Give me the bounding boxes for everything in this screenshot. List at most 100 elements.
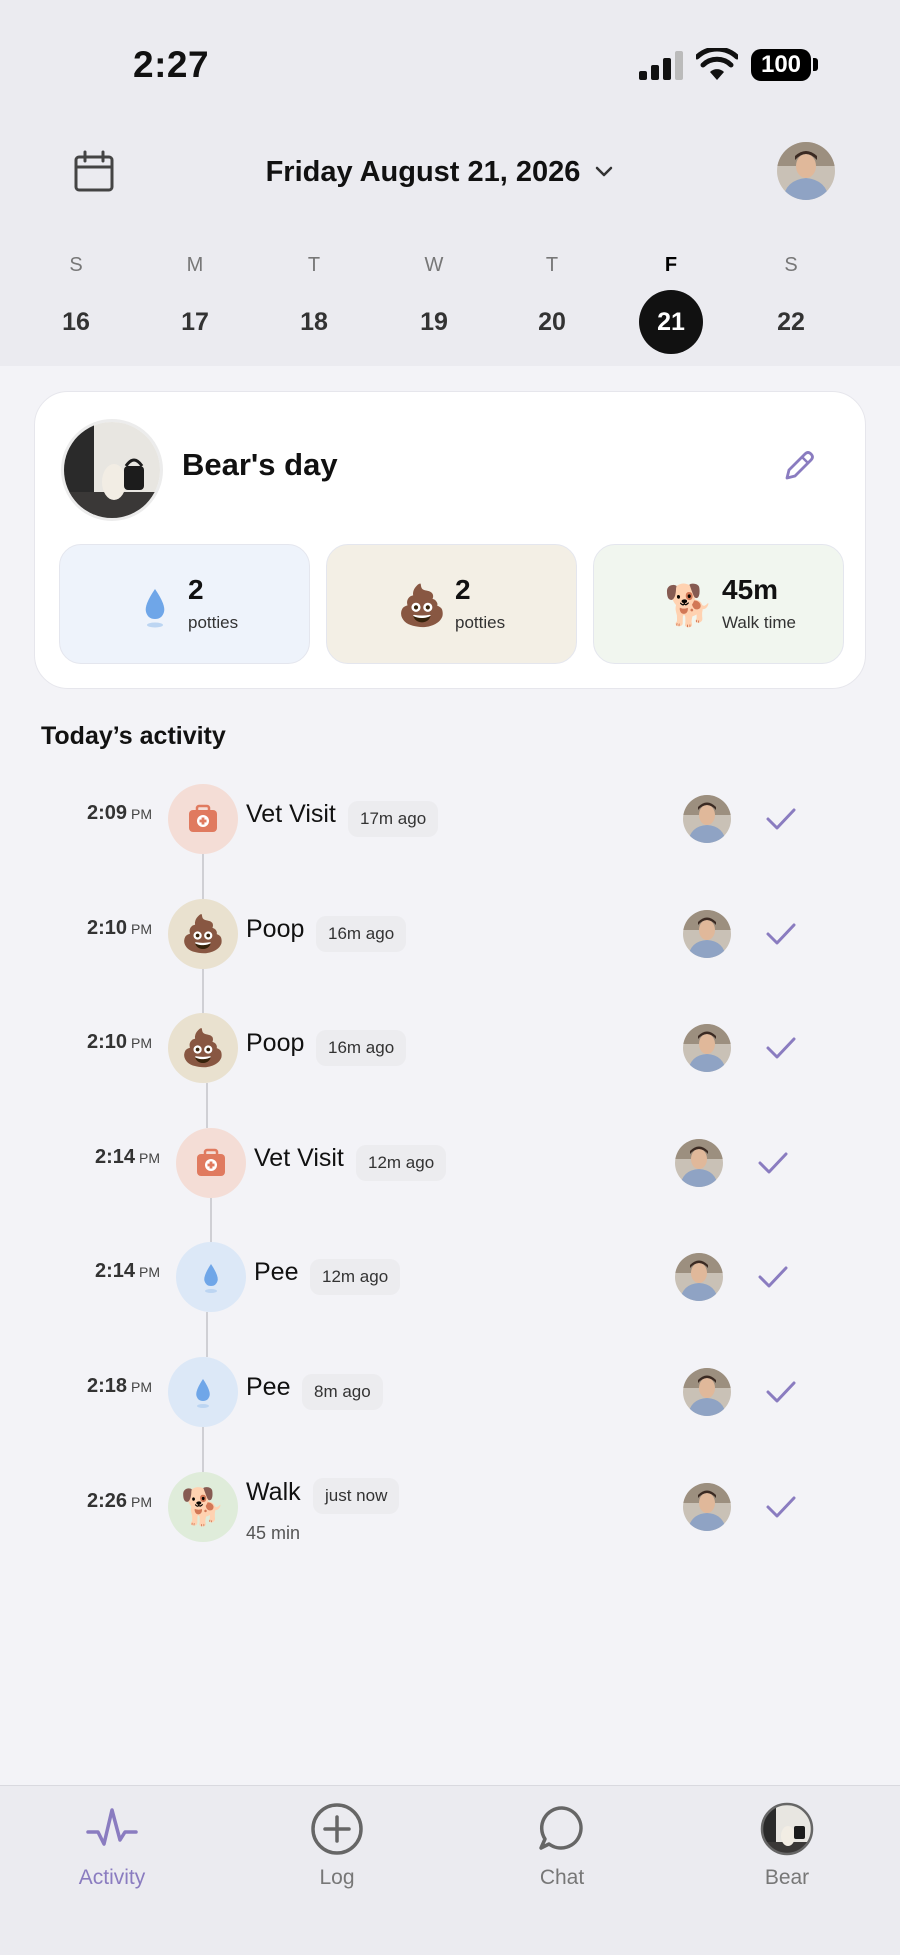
activity-time: 2:14 PM: [50, 1146, 160, 1169]
logged-by-avatar[interactable]: [683, 1368, 731, 1416]
summary-card: Bear's day 2 potties 💩 2 potties 🐕 45m W…: [34, 391, 866, 689]
week-day-sun[interactable]: S 16: [41, 250, 111, 360]
activity-type-badge: 💩: [168, 1013, 238, 1084]
stat-poop-value: 2: [455, 574, 471, 605]
activity-time: 2:26 PM: [42, 1490, 152, 1513]
activity-time: 2:10 PM: [42, 917, 152, 940]
logged-by-avatar[interactable]: [683, 909, 731, 958]
activity-time-value: 2:14: [94, 1260, 135, 1283]
tab-activity[interactable]: Activity: [32, 1786, 192, 1906]
logged-by-avatar[interactable]: [675, 1253, 723, 1302]
activity-title: Vet Visit: [246, 800, 336, 828]
stat-walk[interactable]: 🐕 45m Walk time: [593, 544, 844, 664]
battery-tip: [813, 58, 818, 71]
status-time: 2:27: [133, 44, 210, 85]
dog-avatar: [760, 1802, 814, 1856]
logged-by-avatar[interactable]: [683, 795, 731, 843]
calendar-icon[interactable]: [72, 150, 116, 194]
activity-time-ampm: PM: [131, 1493, 152, 1510]
week-day-mon[interactable]: M 17: [160, 250, 230, 360]
checkmark-icon: [766, 1496, 796, 1518]
stat-walk-value: 45m: [722, 574, 779, 605]
chevron-down-icon: [596, 166, 613, 177]
logged-by-avatar-image: [675, 1138, 723, 1187]
time-ago-badge: just now: [313, 1477, 400, 1514]
logged-by-avatar[interactable]: [683, 1024, 731, 1073]
timeline-connector: [202, 968, 204, 1014]
logged-by-avatar-image: [683, 1368, 731, 1416]
week-day-tue[interactable]: T 18: [279, 250, 349, 360]
wifi-icon: [696, 48, 738, 80]
activity-title: Pee: [246, 1373, 291, 1401]
date-label: Friday August 21, 2026: [265, 155, 581, 188]
dog-avatar[interactable]: [61, 419, 163, 521]
tab-chat-label: Chat: [539, 1866, 585, 1889]
activity-time: 2:18 PM: [42, 1375, 152, 1398]
activity-time: 2:09 PM: [42, 802, 152, 825]
logged-by-avatar-image: [683, 1482, 731, 1531]
stat-pee-value: 2: [188, 574, 204, 605]
card-title: Bear's day: [182, 447, 338, 482]
activity-duration: 45 min: [246, 1522, 301, 1543]
tab-log-label: Log: [319, 1866, 355, 1889]
activity-type-badge: [168, 1357, 238, 1427]
timeline-connector: [206, 1312, 208, 1357]
battery-indicator: 100: [751, 49, 811, 81]
logged-by-avatar[interactable]: [683, 1482, 731, 1531]
poop-icon: 💩: [397, 584, 447, 628]
activity-time-value: 2:10: [86, 1031, 127, 1054]
activity-title: Pee: [254, 1258, 299, 1287]
tab-bear-label: Bear: [764, 1866, 810, 1889]
activity-type-badge: [176, 1242, 246, 1313]
activity-time-ampm: PM: [131, 806, 152, 822]
plus-circle-icon: [311, 1803, 363, 1855]
pencil-edit-icon[interactable]: [781, 448, 817, 484]
header: 2:27 100 Friday August 21, 2026 S 16 M 1…: [0, 0, 900, 366]
dog-photo: [64, 422, 160, 518]
week-day-wed[interactable]: W 19: [399, 250, 469, 360]
activity-title: Vet Visit: [254, 1143, 344, 1172]
tab-bar: Activity Log Chat Bear: [0, 1785, 900, 1955]
activity-time: 2:10 PM: [42, 1031, 152, 1054]
activity-row[interactable]: 2:26 PM 🐕 Walk just now 45 min: [0, 1468, 900, 1543]
week-day-fri[interactable]: F 21: [636, 250, 706, 360]
week-day-sat[interactable]: S 22: [756, 250, 826, 360]
logged-by-avatar-image: [683, 1024, 731, 1073]
dog-icon: 🐕: [180, 1485, 226, 1527]
tab-log[interactable]: Log: [257, 1786, 417, 1906]
activity-time-value: 2:26: [86, 1489, 127, 1512]
date-selector[interactable]: Friday August 21, 2026: [220, 150, 660, 194]
stat-poop[interactable]: 💩 2 potties: [326, 544, 577, 664]
tab-bear[interactable]: Bear: [707, 1786, 867, 1906]
logged-by-avatar[interactable]: [675, 1138, 723, 1187]
logged-by-avatar-image: [683, 909, 731, 958]
activity-row[interactable]: 2:10 PM 💩 Poop 16m ago: [0, 895, 900, 969]
activity-row[interactable]: 2:14 PM Vet Visit 12m ago: [0, 1124, 900, 1198]
activity-row[interactable]: 2:10 PM 💩 Poop 16m ago: [0, 1009, 900, 1084]
vet-kit-icon: [189, 804, 217, 832]
droplet-icon: [145, 589, 165, 628]
time-ago-badge: 16m ago: [316, 915, 407, 952]
activity-type-badge: 💩: [168, 898, 238, 969]
activity-row[interactable]: 2:09 PM Vet Visit 17m ago: [0, 780, 900, 854]
activity-row[interactable]: 2:18 PM Pee 8m ago: [0, 1353, 900, 1427]
checkmark-icon: [766, 923, 796, 945]
week-day-thu[interactable]: T 20: [517, 250, 587, 360]
activity-time-ampm: PM: [131, 920, 152, 937]
activity-title: Poop: [246, 1029, 305, 1058]
time-ago-badge: 12m ago: [356, 1144, 447, 1181]
checkmark-icon: [766, 808, 796, 830]
stat-walk-label: Walk time: [722, 613, 796, 632]
activity-time-value: 2:09: [86, 802, 127, 824]
checkmark-icon: [766, 1037, 796, 1059]
poop-icon: 💩: [180, 912, 226, 954]
checkmark-icon: [758, 1152, 788, 1174]
activity-row[interactable]: 2:14 PM Pee 12m ago: [0, 1238, 900, 1313]
timeline-connector: [206, 1083, 208, 1128]
activity-time-value: 2:10: [86, 916, 127, 939]
chat-bubble-icon: [539, 1806, 583, 1850]
activity-icon: [86, 1808, 138, 1846]
tab-chat[interactable]: Chat: [482, 1786, 642, 1906]
stat-pee[interactable]: 2 potties: [59, 544, 310, 664]
user-avatar[interactable]: [777, 142, 835, 200]
